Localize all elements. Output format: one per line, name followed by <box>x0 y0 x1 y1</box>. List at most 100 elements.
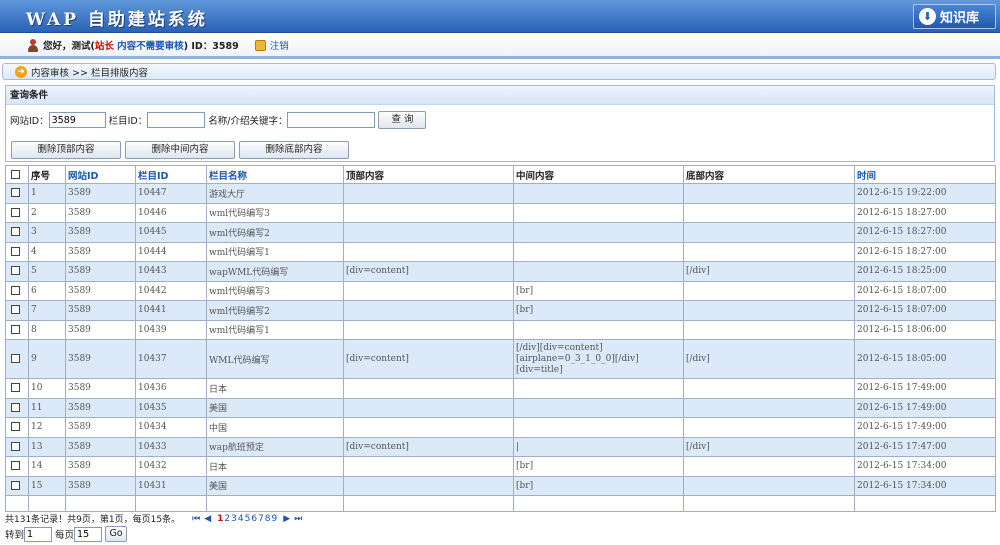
per-page-label: 每页 <box>55 530 75 541</box>
row-checkbox[interactable] <box>5 339 29 379</box>
table-body: 1 3589 10447 游戏大厅 2012-6-15 19:22:00 2 3589 104… <box>5 183 996 512</box>
table-row: 9 3589 10437 WML代码编写 [div=content] [/div][div… <box>5 339 996 379</box>
row-site-id: 3589 <box>65 319 136 340</box>
user-bar: 您好，测试(站长 内容不需要审核) ID：3589 注销 <box>0 34 1000 59</box>
row-time: 2012-6-15 18:27:00 <box>854 222 996 243</box>
row-checkbox[interactable] <box>5 456 29 477</box>
row-bottom-content <box>683 378 855 399</box>
header-column-name[interactable]: 栏目名称 <box>206 165 344 184</box>
row-middle-content <box>513 261 684 282</box>
row-time: 2012-6-15 18:27:00 <box>854 241 996 262</box>
per-page-input[interactable] <box>74 526 103 542</box>
keyword-input[interactable] <box>287 112 376 128</box>
row-checkbox[interactable] <box>5 261 29 282</box>
column-id-label: 栏目ID： <box>108 116 148 127</box>
row-column-name: 美国 <box>206 475 344 496</box>
goto-page-input[interactable] <box>24 526 53 542</box>
row-middle-content <box>513 241 684 262</box>
row-no: 4 <box>28 241 66 262</box>
row-top-content: [div=content] <box>343 261 514 282</box>
row-bottom-content <box>683 397 855 418</box>
row-no: 2 <box>28 202 66 223</box>
goto-label: 转到 <box>5 530 25 541</box>
prev-page-icon[interactable]: ◀ <box>204 514 211 524</box>
last-page-icon[interactable]: ⏭ <box>294 514 302 524</box>
row-checkbox[interactable] <box>5 222 29 243</box>
header-bottom-content: 底部内容 <box>683 165 855 184</box>
row-column-name: 中国 <box>206 417 344 438</box>
page-link[interactable]: 3 <box>231 514 237 524</box>
page-link[interactable]: 8 <box>265 514 271 524</box>
row-bottom-content <box>683 222 855 243</box>
row-column-name: 日本 <box>206 378 344 399</box>
select-all-checkbox[interactable] <box>5 165 29 184</box>
knowledge-base-label: 知识库 <box>940 11 980 26</box>
row-middle-content: [/div][div=content] [airplane=0_3_1_0_0]… <box>513 339 684 379</box>
row-checkbox[interactable] <box>5 378 29 399</box>
row-checkbox[interactable] <box>5 202 29 223</box>
table-row: 11 3589 10435 美国 2012-6-15 17:49:00 <box>5 397 996 418</box>
row-bottom-content: [/div] <box>683 261 855 282</box>
row-bottom-content <box>683 280 855 301</box>
row-column-id: 10434 <box>135 417 207 438</box>
page-link[interactable]: 6 <box>251 514 257 524</box>
page-numbers: 123456789 <box>216 514 277 524</box>
row-site-id: 3589 <box>65 202 136 223</box>
delete-bottom-button[interactable]: 删除底部内容 <box>239 141 349 159</box>
page-link[interactable]: 7 <box>258 514 264 524</box>
page-link[interactable]: 5 <box>245 514 251 524</box>
arrow-right-icon: ➜ <box>15 65 27 78</box>
row-checkbox[interactable] <box>5 417 29 438</box>
delete-middle-button[interactable]: 删除中间内容 <box>125 141 235 159</box>
row-time: 2012-6-15 18:25:00 <box>854 261 996 282</box>
row-no: 12 <box>28 417 66 438</box>
row-time: 2012-6-15 18:07:00 <box>854 280 996 301</box>
row-middle-content <box>513 417 684 438</box>
row-top-content <box>343 319 514 340</box>
logout-link[interactable]: 注销 <box>270 38 289 52</box>
row-checkbox[interactable] <box>5 300 29 321</box>
row-bottom-content <box>683 202 855 223</box>
header-site-id[interactable]: 网站ID <box>65 165 136 184</box>
query-title: 查询条件 <box>6 86 994 105</box>
breadcrumb: ➜ 内容审核 >> 栏目排版内容 <box>2 63 996 80</box>
row-checkbox[interactable] <box>5 183 29 204</box>
search-button[interactable]: 查 询 <box>378 111 427 129</box>
row-checkbox[interactable] <box>5 241 29 262</box>
row-column-id: 10437 <box>135 339 207 379</box>
row-top-content <box>343 222 514 243</box>
site-id-label: 网站ID： <box>10 116 49 127</box>
row-bottom-content: [/div] <box>683 436 855 457</box>
row-checkbox[interactable] <box>5 475 29 496</box>
knowledge-base-button[interactable]: ⬇ 知识库 <box>913 4 996 29</box>
header-time[interactable]: 时间 <box>854 165 996 184</box>
site-id-input[interactable] <box>48 112 106 128</box>
row-time: 2012-6-15 17:34:00 <box>854 475 996 496</box>
row-middle-content <box>513 378 684 399</box>
row-time: 2012-6-15 18:27:00 <box>854 202 996 223</box>
table-row: 2 3589 10446 wml代码编写3 2012-6-15 18:27:00 <box>5 202 996 223</box>
next-page-icon[interactable]: ▶ <box>283 514 290 524</box>
row-middle-content: [br] <box>513 280 684 301</box>
first-page-icon[interactable]: ⏮ <box>192 514 200 524</box>
header-column-id[interactable]: 栏目ID <box>135 165 207 184</box>
page-link[interactable]: 2 <box>224 514 230 524</box>
row-column-name: 游戏大厅 <box>206 183 344 204</box>
page-link[interactable]: 1 <box>217 514 223 524</box>
row-bottom-content <box>683 300 855 321</box>
row-no: 3 <box>28 222 66 243</box>
row-site-id: 3589 <box>65 339 136 379</box>
row-column-id: 10447 <box>135 183 207 204</box>
page-link[interactable]: 4 <box>238 514 244 524</box>
row-checkbox[interactable] <box>5 436 29 457</box>
delete-top-button[interactable]: 删除顶部内容 <box>11 141 121 159</box>
row-checkbox[interactable] <box>5 397 29 418</box>
go-button[interactable]: Go <box>105 526 128 542</box>
row-site-id: 3589 <box>65 475 136 496</box>
row-checkbox[interactable] <box>5 319 29 340</box>
row-no: 5 <box>28 261 66 282</box>
column-id-input[interactable] <box>147 112 206 128</box>
row-checkbox[interactable] <box>5 280 29 301</box>
row-column-id: 10435 <box>135 397 207 418</box>
page-link[interactable]: 9 <box>272 514 278 524</box>
